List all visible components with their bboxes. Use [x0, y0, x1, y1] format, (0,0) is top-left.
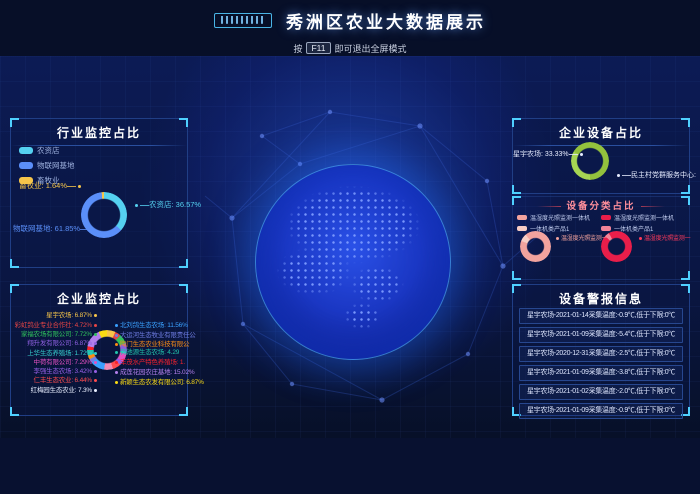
panel-industry-monitor: 行业监控占比 农资店 物联网基地 畜牧业 畜牧业: 1.64% 农资店: 36.…	[10, 118, 188, 268]
callout-livestock: 畜牧业: 1.64%	[11, 181, 83, 190]
enterprise-label: 翔升发有限公司: 6.87%	[11, 340, 99, 348]
dashboard-canvas: 行业监控占比 农资店 物联网基地 畜牧业 畜牧业: 1.64% 农资店: 36.…	[0, 56, 700, 438]
alarm-row: 星宇农场-2020-12-31采集温度:-2.5℃,低于下限:0℃	[519, 346, 683, 362]
alarm-panel-title: 设备警报信息	[513, 285, 689, 307]
panel-enterprise-monitor: 企业监控占比 星宇农场: 6.87% 彩虹鸽业专业合作社: 4.72% 家福农场…	[10, 284, 188, 416]
callout-iot-base: 物联网基地: 61.85%	[13, 224, 96, 233]
device-class-left-donut[interactable]	[520, 231, 551, 262]
legend-label: 农资店	[37, 145, 60, 156]
enterprise-label: 红梅园生态农业: 7.3%	[11, 387, 99, 395]
legend-swatch	[19, 147, 33, 154]
legend-swatch	[601, 215, 611, 220]
device-class-right-callout: 温湿度光照监测一	[637, 235, 690, 243]
alarm-row: 星宇农场-2021-01-09采集温度:-0.9℃,低于下限:0℃	[519, 403, 683, 419]
legend-swatch	[517, 226, 527, 231]
legend-swatch	[601, 226, 611, 231]
enterprise-label: 家福农场有限公司: 7.72%	[11, 331, 99, 339]
enterprise-label: 新颖生态农发有限公司: 6.87%	[113, 379, 204, 387]
alarm-row: 星宇农场-2021-01-02采集温度:-2.0℃,低于下限:0℃	[519, 384, 683, 400]
legend-item[interactable]: 物联网基地	[19, 160, 75, 171]
callout-xingyu-farm: 星宇农场: 33.33%	[513, 150, 565, 159]
page-title: 秀洲区农业大数据展示	[286, 8, 486, 33]
enterprise-label: 星宇农场: 6.87%	[11, 312, 99, 320]
hint-prefix: 按	[293, 42, 302, 55]
legend-swatch	[19, 162, 33, 169]
enterprise-label: 李强生态农场: 3.42%	[11, 368, 99, 376]
alarm-row: 星宇农场-2021-01-14采集温度:-0.9℃,低于下限:0℃	[519, 308, 683, 324]
device-share-title: 企业设备占比	[513, 119, 689, 141]
callout-minzhu-center: 民主村党群服务中心:	[615, 171, 696, 180]
hint-suffix: 即可退出全屏模式	[335, 42, 407, 55]
enterprise-panel-title: 企业监控占比	[11, 285, 187, 307]
alarm-row: 星宇农场-2021-01-09采集温度:-5.4℃,低于下限:0℃	[519, 327, 683, 343]
globe-dotmap	[260, 169, 446, 355]
enterprise-label: 中荷有限公司: 7.29%	[11, 359, 99, 367]
legend-label: 物联网基地	[37, 160, 75, 171]
legend-label: 温湿度光照监测一体机	[614, 213, 674, 222]
globe-visualization	[255, 164, 451, 360]
legend-swatch	[517, 215, 527, 220]
panel-alarm-info: 设备警报信息 星宇农场-2021-01-14采集温度:-0.9℃,低于下限:0℃…	[512, 284, 690, 416]
fullscreen-hint: 按 F11 即可退出全屏模式	[0, 40, 700, 56]
panel-device-share: 企业设备占比 星宇农场: 33.33% 民主村党群服务中心:	[512, 118, 690, 194]
legend-label: 温湿度光照监测一体机	[530, 213, 590, 222]
enterprise-label: 彩虹鸽业专业合作社: 4.72%	[11, 322, 99, 330]
device-class-title: 设备分类占比	[513, 198, 689, 212]
enterprise-label: 荷池源生态农场: 4.29	[113, 349, 179, 357]
callout-agristore: 农资店: 36.57%	[133, 200, 201, 209]
alarm-row: 星宇农场-2021-01-09采集温度:-3.8℃,低于下限:0℃	[519, 365, 683, 381]
enterprise-label: 仁丰生态农业: 6.44%	[11, 377, 99, 385]
legend-item[interactable]: 农资店	[19, 145, 75, 156]
panel-device-class: 设备分类占比 温湿度光照监测一体机 一体机类产品1 温湿度光照监测一体机 一体机…	[512, 196, 690, 280]
enterprise-label: 北刘鸽生态农场: 11.56%	[113, 322, 188, 330]
device-class-left-callout: 温湿度光照监测一	[554, 235, 607, 243]
legend-item[interactable]: 温湿度光照监测一体机	[517, 213, 590, 222]
legend-item[interactable]: 温湿度光照监测一体机	[601, 213, 674, 222]
header-bar: 秀洲区农业大数据展示 按 F11 即可退出全屏模式	[0, 0, 700, 56]
industry-panel-title: 行业监控占比	[11, 119, 187, 141]
enterprise-label: 上华生态养殖场: 1.72%	[11, 350, 99, 358]
alarm-list: 星宇农场-2021-01-14采集温度:-0.9℃,低于下限:0℃ 星宇农场-2…	[513, 305, 689, 422]
brand-badge-icon	[214, 13, 272, 28]
enterprise-label: 陶门生态农业科技有限公	[113, 341, 189, 349]
device-share-donut-chart[interactable]	[571, 142, 609, 180]
enterprise-label: 成莲花园农庄基地: 15.02%	[113, 369, 194, 377]
f11-key-badge: F11	[306, 42, 330, 54]
enterprise-label: 大运河生态牧业有限责任公	[113, 332, 196, 340]
enterprise-label: 丰茂水产特色养殖场: 1.	[113, 359, 185, 367]
